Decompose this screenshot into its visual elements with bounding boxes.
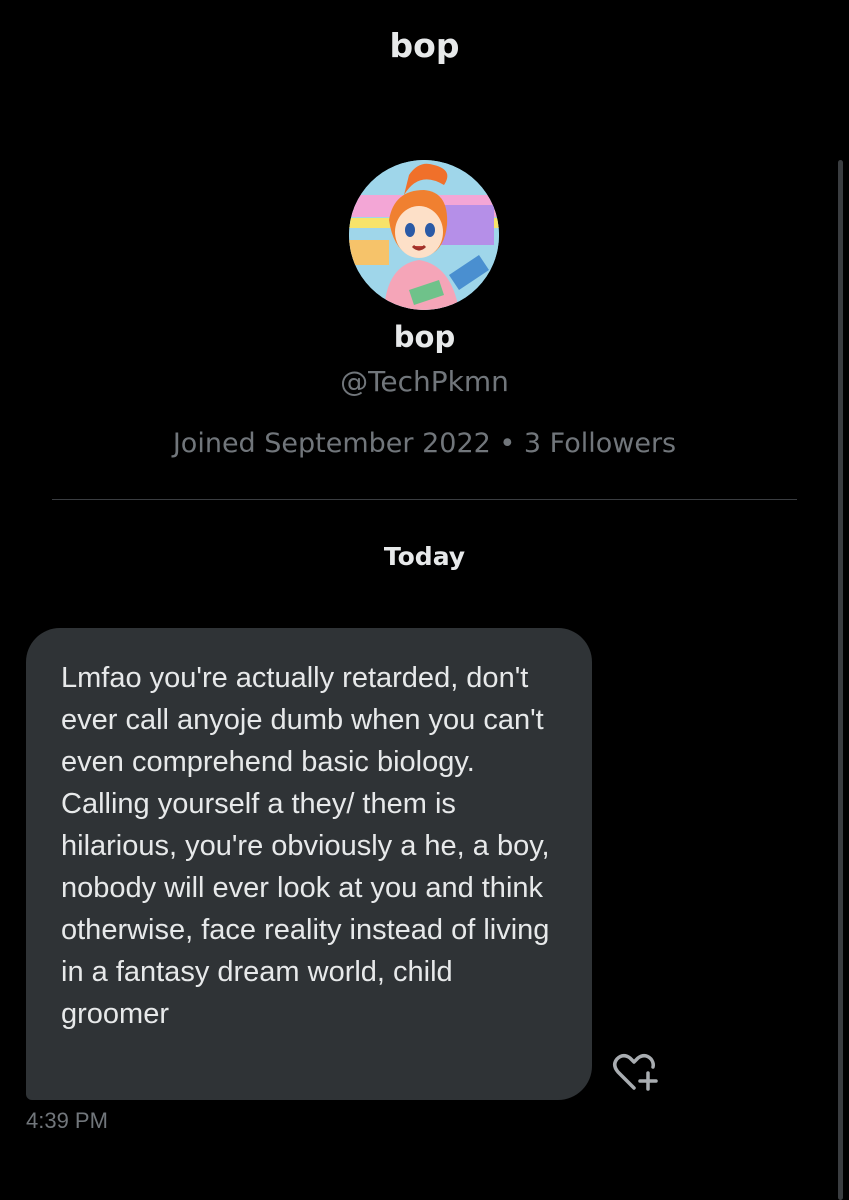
profile-meta: Joined September 2022 • 3 Followers [172,428,677,459]
scrollbar[interactable] [838,160,843,1200]
avatar[interactable] [349,160,499,310]
message-text: Lmfao you're actually retarded, don't ev… [61,662,550,1030]
heart-plus-icon [613,1054,658,1091]
message-timestamp: 4:39 PM [26,1108,108,1133]
conversation-title: bop [389,26,460,65]
add-reaction-button[interactable] [610,1050,662,1094]
avatar-image [349,160,499,310]
date-separator: Today [383,542,466,571]
divider [52,499,797,500]
message-bubble[interactable]: Lmfao you're actually retarded, don't ev… [26,628,592,1100]
profile-name[interactable]: bop [0,320,849,354]
profile-handle[interactable]: @TechPkmn [0,365,849,398]
